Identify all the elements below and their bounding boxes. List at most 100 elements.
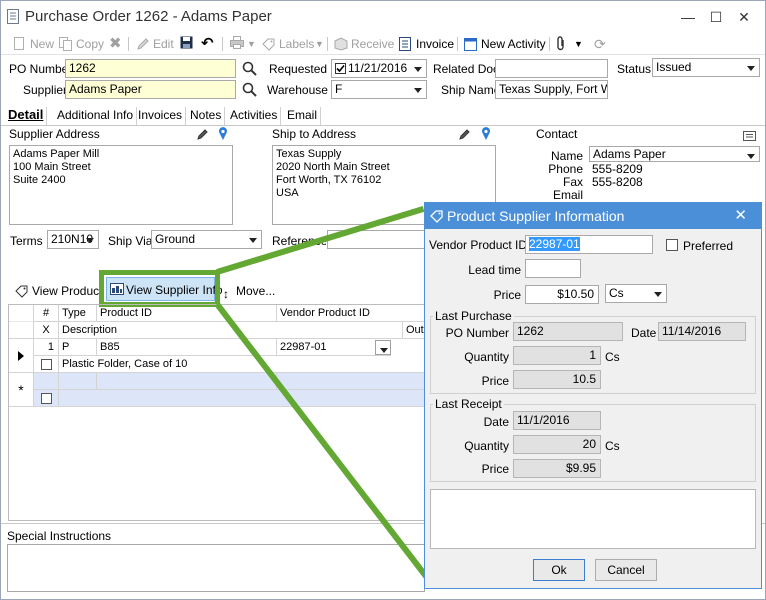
refresh-icon[interactable]: ⟳ (594, 36, 606, 52)
ship-via-select[interactable]: Ground (151, 230, 262, 249)
maximize-icon[interactable]: ☐ (705, 7, 727, 27)
price-field[interactable]: $10.50 (525, 285, 599, 304)
row1-checkbox[interactable] (41, 359, 52, 370)
edit-button[interactable]: Edit (136, 36, 174, 52)
chevron-down-icon[interactable] (410, 60, 426, 77)
cancel-button[interactable]: Cancel (595, 559, 657, 581)
address-line: 2020 North Main Street (276, 161, 390, 173)
map-pin-icon[interactable] (218, 127, 228, 144)
print-icon[interactable] (230, 36, 244, 52)
receive-button[interactable]: Receive (334, 36, 394, 52)
ship-via-value: Ground (155, 232, 196, 246)
unit-select[interactable]: Cs (605, 284, 667, 303)
lr-quantity-label: Quantity (464, 439, 509, 453)
new-row-vendor-product-id[interactable] (277, 373, 427, 390)
column-header-vendor-product-id[interactable]: Vendor Product ID (277, 305, 427, 322)
preferred-label: Preferred (683, 239, 734, 253)
row1-num[interactable]: 1 (34, 339, 59, 356)
new-row-num[interactable] (34, 373, 59, 390)
new-row-description[interactable] (59, 390, 427, 407)
phone-value: 555-8209 (592, 162, 643, 176)
preferred-checkbox[interactable] (666, 239, 678, 251)
new-row-type[interactable] (59, 373, 97, 390)
terms-select[interactable]: 210N10 (47, 230, 99, 249)
ok-button[interactable]: Ok (533, 559, 585, 581)
chevron-down-icon[interactable] (245, 231, 261, 248)
chevron-down-icon[interactable] (743, 59, 759, 76)
copy-button[interactable]: Copy (59, 36, 104, 52)
labels-dropdown-icon[interactable]: ▼ (315, 36, 324, 52)
column-header-type[interactable]: Type (59, 305, 97, 322)
row1-description[interactable]: Plastic Folder, Case of 10 (59, 356, 427, 373)
print-dropdown-icon[interactable]: ▼ (247, 36, 256, 52)
move-button[interactable]: ↕ Move... (223, 283, 275, 301)
purchase-order-window: Purchase Order 1262 - Adams Paper — ☐ ✕ … (0, 0, 766, 600)
row1-vendor-dropdown[interactable] (375, 340, 391, 355)
notes-area[interactable] (430, 489, 756, 549)
new-activity-button[interactable]: New Activity (464, 36, 546, 52)
requested-date-field[interactable]: 11/21/2016 (331, 59, 427, 78)
chevron-down-icon[interactable] (650, 285, 666, 302)
tab-invoices[interactable]: Invoices (135, 107, 187, 125)
row-selector[interactable] (9, 339, 34, 373)
tab-additional-info[interactable]: Additional Info (54, 107, 138, 125)
address-line: 100 Main Street (13, 161, 91, 173)
column-header-x[interactable]: X (34, 322, 59, 339)
minimize-icon[interactable]: — (677, 7, 699, 27)
supplier-field[interactable]: Adams Paper (65, 80, 236, 99)
supplier-address-box[interactable]: Adams Paper Mill 100 Main Street Suite 2… (9, 145, 233, 225)
chevron-down-icon[interactable] (82, 231, 98, 248)
search-icon[interactable] (242, 82, 257, 100)
row1-type[interactable]: P (59, 339, 97, 356)
warehouse-value: F (335, 82, 343, 96)
last-purchase-label: Last Purchase (433, 309, 514, 323)
warehouse-select[interactable]: F (331, 80, 427, 99)
delete-icon[interactable]: ✖ (109, 36, 122, 52)
search-icon[interactable] (242, 61, 257, 79)
related-doc-field[interactable] (495, 59, 608, 78)
close-icon[interactable]: ✕ (734, 206, 747, 224)
chevron-down-icon[interactable] (410, 81, 426, 98)
contact-card-icon[interactable] (743, 130, 756, 144)
map-pin-icon[interactable] (481, 127, 491, 144)
attachment-icon[interactable] (556, 36, 566, 52)
status-select[interactable]: Issued (652, 58, 760, 77)
document-icon (7, 9, 19, 27)
vendor-product-id-field[interactable]: 22987-01 (525, 235, 653, 254)
row1-vendor-product-id[interactable]: 22987-01 (277, 339, 391, 356)
attachment-dropdown-icon[interactable]: ▼ (574, 36, 583, 52)
column-header-num[interactable]: # (34, 305, 59, 322)
contact-name-select[interactable]: Adams Paper (589, 146, 760, 162)
address-line: Texas Supply (276, 148, 342, 160)
requested-checkbox[interactable] (335, 63, 346, 74)
vendor-product-id-label: Vendor Product ID (429, 238, 528, 252)
row1-x-cell[interactable] (34, 356, 59, 373)
po-number-field[interactable]: 1262 (65, 59, 236, 78)
new-row-product-id[interactable] (97, 373, 277, 390)
lead-time-field[interactable] (525, 259, 581, 278)
chevron-down-icon[interactable] (743, 147, 759, 161)
save-icon[interactable] (180, 36, 193, 52)
view-product-button[interactable]: View Product (15, 283, 102, 299)
tab-email[interactable]: Email (284, 107, 322, 125)
new-row-x-cell[interactable] (34, 390, 59, 407)
new-button[interactable]: New (13, 36, 54, 52)
close-icon[interactable]: ✕ (733, 7, 755, 27)
invoice-button[interactable]: Invoice (399, 36, 454, 52)
lp-unit: Cs (605, 350, 620, 364)
edit-pencil-icon[interactable] (459, 128, 471, 143)
ship-name-field[interactable]: Texas Supply, Fort Wc (495, 80, 608, 99)
lp-quantity-label: Quantity (464, 350, 509, 364)
new-activity-label: New Activity (481, 37, 546, 51)
tab-activities[interactable]: Activities (227, 107, 282, 125)
new-row-checkbox[interactable] (41, 393, 52, 404)
tab-notes[interactable]: Notes (187, 107, 226, 125)
special-instructions-box[interactable] (7, 544, 425, 592)
edit-pencil-icon[interactable] (197, 128, 209, 143)
undo-icon[interactable]: ↶ (201, 36, 214, 52)
chevron-down-icon[interactable] (376, 341, 390, 354)
labels-button[interactable]: Labels (262, 36, 314, 52)
tab-detail[interactable]: Detail (5, 107, 48, 125)
lr-date-label: Date (483, 415, 509, 429)
column-header-product-id[interactable]: Product ID (97, 305, 277, 322)
